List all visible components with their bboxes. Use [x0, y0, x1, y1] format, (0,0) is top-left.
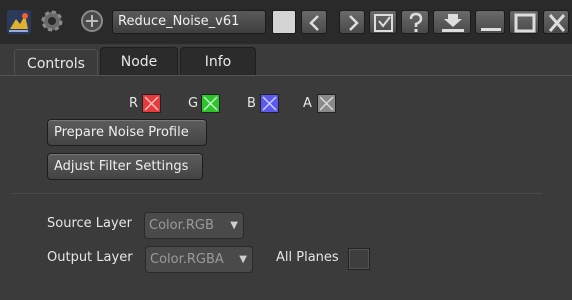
- tab-bar: Controls Node Info: [0, 44, 572, 79]
- maximize-button[interactable]: [509, 10, 539, 34]
- node-name-field[interactable]: Reduce_Noise_v61: [112, 10, 266, 34]
- minimize-button[interactable]: [475, 10, 505, 34]
- check-x-icon: [203, 96, 218, 111]
- output-layer-dropdown[interactable]: Color.RGBA ▼: [145, 246, 253, 273]
- node-color-swatch[interactable]: [272, 10, 296, 34]
- channel-g-checkbox[interactable]: [201, 94, 220, 113]
- prev-icon: [309, 15, 319, 31]
- section-divider: [12, 193, 542, 194]
- output-layer-label: Output Layer: [47, 250, 133, 265]
- prepare-noise-profile-button[interactable]: Prepare Noise Profile: [47, 119, 207, 146]
- prev-button[interactable]: [301, 10, 327, 34]
- tab-info[interactable]: Info: [180, 47, 256, 77]
- help-icon: [409, 12, 423, 32]
- output-layer-value: Color.RGBA: [150, 252, 224, 267]
- source-layer-dropdown[interactable]: Color.RGB ▼: [144, 212, 244, 239]
- float-button[interactable]: [433, 10, 471, 34]
- next-button[interactable]: [339, 10, 365, 34]
- close-icon: [548, 14, 566, 32]
- channel-a-checkbox[interactable]: [317, 94, 336, 113]
- title-bar: Reduce_Noise_v61: [0, 0, 572, 44]
- channel-r-checkbox[interactable]: [142, 94, 161, 113]
- gear-icon[interactable]: [40, 9, 64, 33]
- channel-b-checkbox[interactable]: [260, 94, 279, 113]
- float-icon: [442, 14, 464, 32]
- minimize-icon: [481, 28, 501, 31]
- channel-g-label: G: [188, 96, 199, 111]
- add-icon[interactable]: [80, 9, 104, 33]
- check-x-icon: [144, 96, 159, 111]
- dropdown-arrow-icon: ▼: [230, 220, 238, 231]
- check-x-icon: [262, 96, 277, 111]
- source-layer-value: Color.RGB: [149, 218, 214, 233]
- check-x-icon: [319, 96, 334, 111]
- channel-b-label: B: [247, 96, 256, 111]
- app-logo-icon: [6, 9, 32, 35]
- maximize-icon: [514, 13, 536, 33]
- close-button[interactable]: [543, 10, 569, 34]
- channel-r-label: R: [129, 96, 139, 111]
- fit-button[interactable]: [369, 10, 397, 34]
- channel-a-label: A: [303, 96, 312, 111]
- adjust-filter-settings-button[interactable]: Adjust Filter Settings: [47, 153, 203, 180]
- next-icon: [349, 15, 359, 31]
- fit-icon: [374, 14, 393, 32]
- tab-node[interactable]: Node: [100, 47, 178, 77]
- all-planes-label: All Planes: [276, 250, 339, 265]
- all-planes-checkbox[interactable]: [348, 248, 370, 270]
- help-button[interactable]: [401, 10, 429, 34]
- controls-panel: R G B A Prepare Noise Profile Adjust Fil…: [12, 76, 572, 300]
- source-layer-label: Source Layer: [47, 216, 133, 231]
- dropdown-arrow-icon: ▼: [239, 254, 247, 265]
